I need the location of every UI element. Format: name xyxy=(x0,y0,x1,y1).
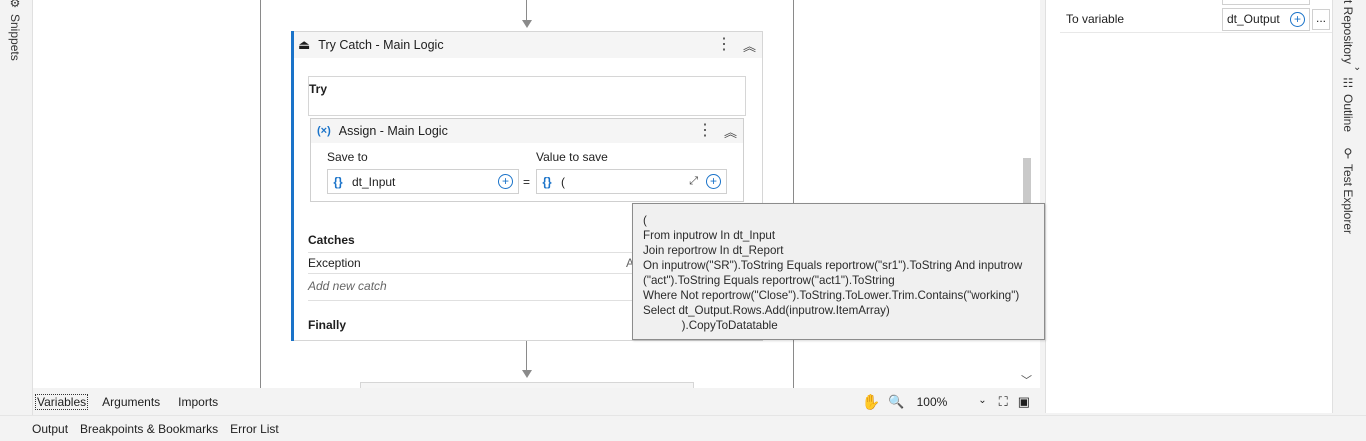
sequence-left-border xyxy=(260,0,261,388)
assign-collapse-icon[interactable]: ︽ xyxy=(724,122,737,141)
assign-icon: (×) xyxy=(317,125,331,137)
tooltip-line: ("act").ToString Equals reportrow("act1"… xyxy=(643,274,895,287)
test-explorer-icon: ⚲ xyxy=(1341,146,1355,160)
designer-bottom-toolbar: Variables Arguments Imports ✋ 🔍 100% ⌄ ⛶… xyxy=(33,388,1040,415)
equals-sign: = xyxy=(523,175,531,189)
ellipsis-button[interactable]: ... xyxy=(1312,8,1330,30)
left-rail: ⚙ Snippets xyxy=(0,0,33,441)
collapse-icon[interactable]: ︽ xyxy=(743,36,756,55)
save-to-field[interactable]: {} dt_Input + xyxy=(327,169,519,194)
finally-label: Finally xyxy=(308,318,347,332)
tooltip-line: ( xyxy=(643,214,647,227)
save-to-label: Save to xyxy=(327,150,368,164)
snippets-tab[interactable]: ⚙ Snippets xyxy=(8,0,22,61)
assign-more-options-icon[interactable]: ⋮ xyxy=(694,123,716,139)
breakpoints-tab[interactable]: Breakpoints & Bookmarks xyxy=(80,422,218,436)
expression-tooltip: ( From inputrow In dt_Input Join reportr… xyxy=(632,203,1045,340)
more-options-icon[interactable]: ⋮ xyxy=(713,37,735,53)
scroll-down-icon[interactable]: ﹀ xyxy=(1021,372,1032,388)
repository-tab[interactable]: t Repository xyxy=(1341,0,1355,64)
to-variable-row: To variable dt_Output + ... xyxy=(1060,6,1332,33)
tooltip-line: Where Not reportrow("Close").ToString.To… xyxy=(643,289,1020,302)
overview-map-icon[interactable]: ▣ xyxy=(1018,394,1030,410)
add-variable-icon[interactable]: + xyxy=(1290,11,1305,27)
chevron-down-icon[interactable]: ⌄ xyxy=(1353,62,1361,73)
footer-panel-tabs: Output Breakpoints & Bookmarks Error Lis… xyxy=(0,415,1366,441)
add-value-icon[interactable]: + xyxy=(706,174,721,189)
add-variable-icon[interactable]: + xyxy=(498,174,513,189)
variables-tab[interactable]: Variables xyxy=(35,393,89,410)
outline-tab[interactable]: ☷ Outline xyxy=(1341,76,1355,132)
zoom-level: 100% xyxy=(916,394,948,409)
to-variable-label: To variable xyxy=(1066,12,1125,26)
output-tab[interactable]: Output xyxy=(32,422,68,436)
property-field-above[interactable] xyxy=(1222,0,1310,5)
selection-indicator xyxy=(291,31,294,341)
connector-line-bottom xyxy=(526,341,527,370)
try-catch-header[interactable]: ⏏ Try Catch - Main Logic ⋮ ︽ xyxy=(292,32,762,58)
try-catch-icon: ⏏ xyxy=(298,37,311,52)
test-explorer-tab[interactable]: ⚲ Test Explorer xyxy=(1341,146,1355,234)
assign-activity[interactable]: (×) Assign - Main Logic ⋮ ︽ Save to Valu… xyxy=(310,118,744,202)
expand-editor-icon[interactable]: ⤢ xyxy=(689,175,698,188)
tooltip-line: From inputrow In dt_Input xyxy=(643,229,776,242)
chevron-down-icon: ⌄ xyxy=(978,394,987,406)
tooltip-line: Select dt_Output.Rows.Add(inputrow.ItemA… xyxy=(643,304,890,317)
value-to-save-label: Value to save xyxy=(536,150,608,164)
properties-panel: To variable dt_Output + ... xyxy=(1045,0,1333,413)
value-expression-icon: {} xyxy=(542,174,552,189)
to-variable-field[interactable]: dt_Output + xyxy=(1222,7,1310,31)
try-section[interactable]: Try xyxy=(308,76,746,116)
add-new-catch-link[interactable]: Add new catch xyxy=(308,279,387,293)
imports-tab[interactable]: Imports xyxy=(174,395,222,409)
assign-header[interactable]: (×) Assign - Main Logic ⋮ ︽ xyxy=(311,119,743,143)
hand-pan-icon[interactable]: ✋ xyxy=(862,393,881,411)
try-label: Try xyxy=(309,82,328,96)
snippets-icon: ⚙ xyxy=(8,0,22,10)
zoom-search-icon[interactable]: 🔍 xyxy=(888,394,904,410)
arguments-tab[interactable]: Arguments xyxy=(98,395,164,409)
connector-arrow-top xyxy=(522,20,532,28)
catches-label: Catches xyxy=(308,233,355,247)
connector-line-top xyxy=(526,0,527,20)
exception-label: Exception xyxy=(308,256,361,270)
fit-to-screen-icon[interactable]: ⛶ xyxy=(999,394,1008,410)
expression-icon: {} xyxy=(333,174,343,189)
zoom-dropdown[interactable]: 100% ⌄ xyxy=(917,395,987,409)
outline-icon: ☷ xyxy=(1341,76,1355,90)
tooltip-line: Join reportrow In dt_Report xyxy=(643,244,784,257)
try-catch-title: Try Catch - Main Logic xyxy=(318,38,444,52)
error-list-tab[interactable]: Error List xyxy=(230,422,279,436)
right-rail: t Repository ⌄ ☷ Outline ⚲ Test Explorer xyxy=(1333,0,1366,415)
value-to-save-field[interactable]: {} ( ⤢ + xyxy=(536,169,727,194)
tooltip-line: On inputrow("SR").ToString Equals report… xyxy=(643,259,1023,272)
tooltip-line: ).CopyToDatatable xyxy=(643,319,778,332)
connector-arrow-bottom xyxy=(522,370,532,378)
assign-title: Assign - Main Logic xyxy=(338,124,448,138)
